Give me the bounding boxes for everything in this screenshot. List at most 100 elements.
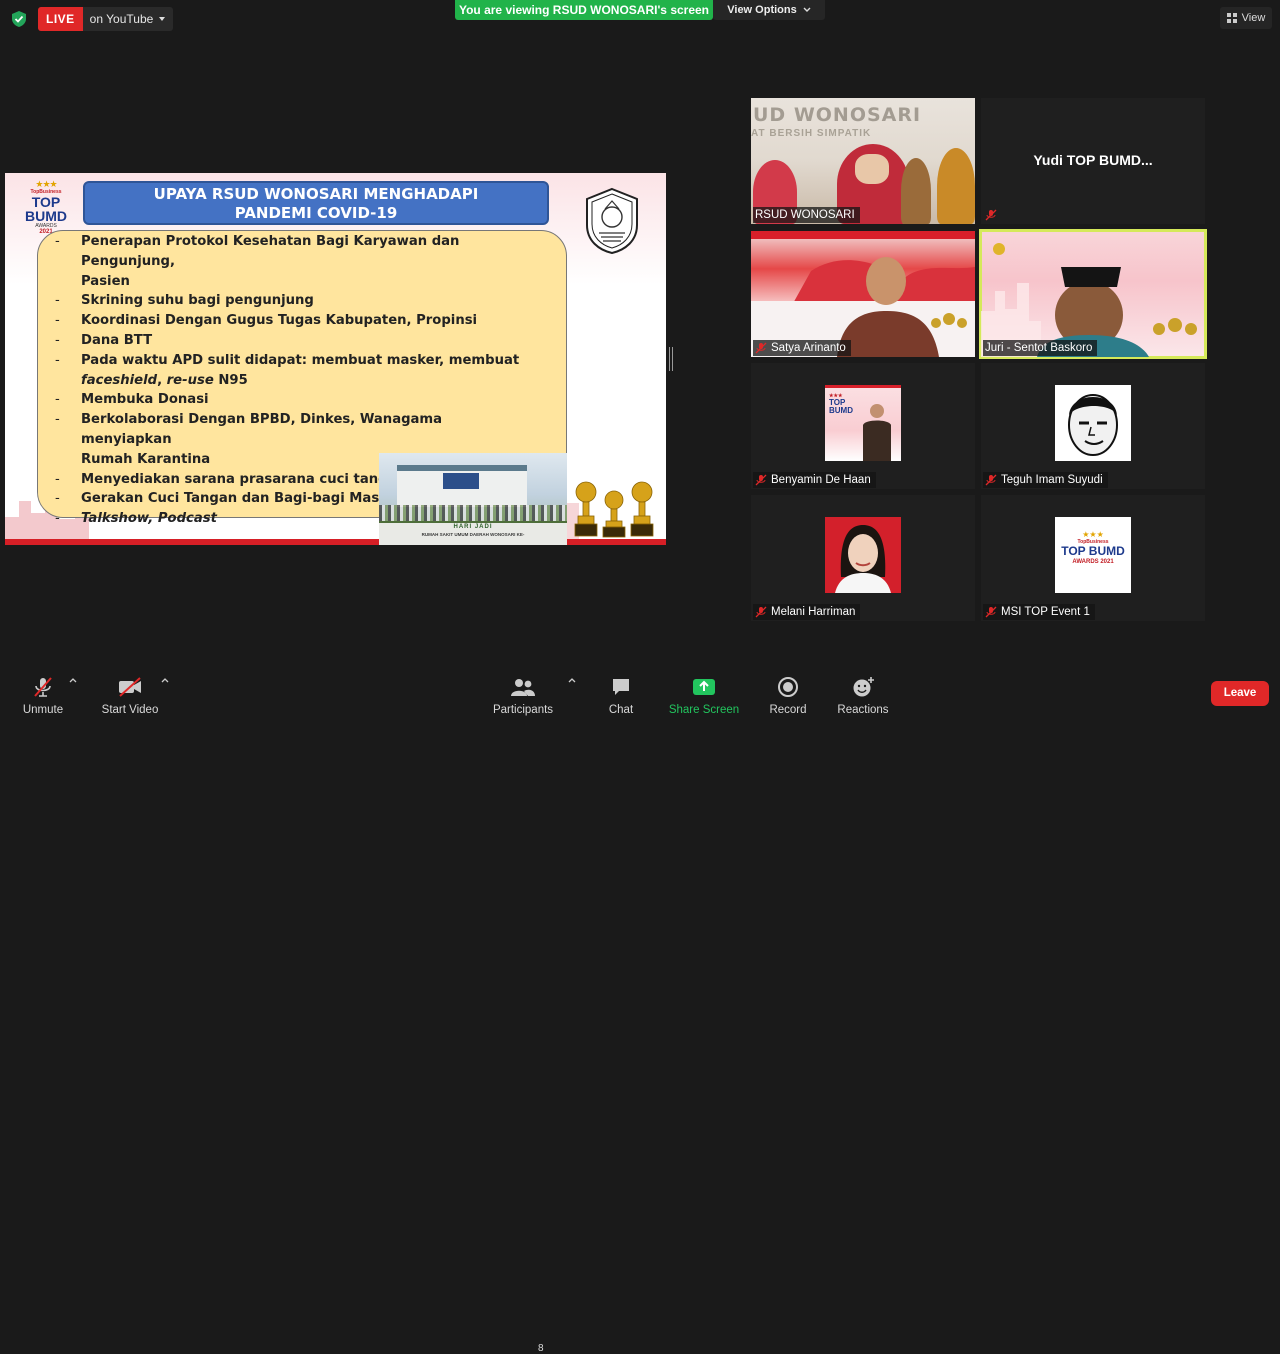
view-layout-label: View	[1241, 12, 1266, 24]
shared-screen[interactable]: ★★★ TopBusiness TOP BUMD AWARDS 2021 UPA…	[5, 173, 666, 545]
mic-muted-icon	[985, 209, 997, 221]
participant-tile-yudi[interactable]: Yudi TOP BUMD...	[981, 98, 1205, 224]
juri-video-feed	[981, 243, 1197, 357]
bullet-rich-text: ,	[157, 372, 167, 388]
participant-name-label: MSI TOP Event 1	[983, 604, 1095, 620]
participant-avatar	[825, 517, 901, 593]
bullet-rich-text: re-use	[166, 372, 214, 388]
video-wall-sign-sub: AT BERSIH SIMPATIK	[751, 128, 872, 139]
unmute-label: Unmute	[22, 704, 64, 716]
bullet-line: Penerapan Protokol Kesehatan Bagi Karyaw…	[81, 234, 460, 269]
audio-options-chevron-icon[interactable]	[68, 676, 78, 686]
chat-label: Chat	[608, 704, 634, 716]
share-screen-button[interactable]: Share Screen	[668, 666, 740, 719]
logo-bumd: BUMD	[25, 208, 67, 224]
participant-avatar: ★★★ TOP BUMD	[825, 385, 901, 461]
view-layout-button[interactable]: View	[1220, 7, 1272, 29]
viewing-screen-banner: You are viewing RSUD WONOSARI's screen	[455, 0, 713, 20]
participant-name-label: Benyamin De Haan	[753, 472, 876, 488]
reactions-label: Reactions	[837, 704, 889, 716]
logo-title: TOP BUMD	[1061, 544, 1125, 558]
participant-tile-juri-sentot-baskoro[interactable]: Juri - Sentot Baskoro	[979, 229, 1207, 359]
unmute-button[interactable]: Unmute	[20, 666, 66, 719]
live-stream-indicator[interactable]: LIVE on YouTube	[38, 7, 174, 31]
participants-label: Participants	[492, 704, 554, 716]
bullet-line: Berkolaborasi Dengan BPBD, Dinkes, Wanag…	[81, 412, 443, 447]
record-label: Record	[769, 704, 807, 716]
bullet-line: Pada waktu APD sulit didapat: membuat ma…	[81, 352, 520, 368]
hospital-photo: HARI JADI RUMAH SAKIT UMUM DAERAH WONOSA…	[379, 453, 567, 545]
bullet-item: Koordinasi Dengan Gugus Tugas Kabupaten,…	[55, 311, 525, 331]
participant-tile-msi-top-event-1[interactable]: ★★★ TopBusiness TOP BUMD AWARDS 2021 MSI…	[981, 495, 1205, 621]
participants-options-chevron-icon[interactable]	[567, 676, 577, 686]
video-wall-sign: UD WONOSARI	[753, 104, 922, 126]
bullet-item: Membuka Donasi	[55, 390, 525, 410]
bullet-item: Pada waktu APD sulit didapat: membuat ma…	[55, 351, 525, 391]
participant-name-label: Melani Harriman	[753, 604, 861, 620]
bullet-rich-text: N95	[213, 372, 248, 388]
chevron-down-icon	[803, 7, 811, 12]
live-badge: LIVE	[38, 7, 83, 31]
chat-button[interactable]: Chat	[604, 666, 638, 719]
bullet-item: Dana BTT	[55, 331, 525, 351]
bullet-line: Dana BTT	[81, 332, 153, 348]
mic-muted-icon	[985, 606, 997, 618]
live-destination[interactable]: on YouTube	[83, 7, 174, 31]
caret-down-icon	[159, 17, 166, 21]
bullet-line: Gerakan Cuci Tangan dan Bagi-bagi Masker	[81, 491, 404, 507]
participant-tile-rsud-wonosari[interactable]: UD WONOSARI AT BERSIH SIMPATIK RSUD WONO…	[751, 98, 975, 224]
gunungkidul-seal-logo	[586, 187, 638, 255]
participant-avatar: ★★★ TopBusiness TOP BUMD AWARDS 2021	[1055, 517, 1131, 593]
slide-title: UPAYA RSUD WONOSARI MENGHADAPI PANDEMI C…	[83, 181, 549, 225]
participant-name-label: Juri - Sentot Baskoro	[983, 340, 1098, 356]
bullet-line: Skrining suhu bagi pengunjung	[81, 293, 314, 309]
leave-meeting-button[interactable]: Leave	[1211, 681, 1269, 706]
slide-title-line2: PANDEMI COVID-19	[234, 204, 398, 222]
live-destination-label: on YouTube	[89, 12, 154, 26]
participants-count: 8	[538, 1343, 544, 1354]
participant-name-label: Satya Arinanto	[753, 340, 851, 356]
panel-splitter-handle[interactable]	[669, 347, 674, 371]
bullet-line: Koordinasi Dengan Gugus Tugas Kabupaten,…	[81, 313, 478, 329]
view-options-label: View Options	[727, 4, 797, 16]
view-options-button[interactable]: View Options	[713, 0, 825, 20]
participant-name-label: RSUD WONOSARI	[753, 207, 860, 223]
mic-muted-icon	[755, 342, 767, 354]
bullet-line: Pasien	[81, 273, 130, 289]
participant-tile-benyamin-de-haan[interactable]: ★★★ TOP BUMD Benyamin De Haan	[751, 363, 975, 489]
top-bar: LIVE on YouTube You are viewing RSUD WON…	[0, 0, 1280, 40]
bullet-line: Membuka Donasi	[81, 392, 209, 408]
bullet-line: Rumah Karantina	[81, 451, 211, 467]
slide-title-line1: UPAYA RSUD WONOSARI MENGHADAPI	[153, 185, 479, 203]
microphone-muted-icon	[34, 677, 52, 697]
participant-avatar	[1055, 385, 1131, 461]
record-icon	[778, 677, 798, 697]
start-video-button[interactable]: Start Video	[100, 666, 160, 719]
photo-banner-subtitle: RUMAH SAKIT UMUM DAERAH WONOSARI KE-	[421, 532, 525, 537]
security-shield-icon[interactable]	[11, 10, 27, 28]
participant-tile-satya-arinanto[interactable]: Satya Arinanto	[751, 231, 975, 357]
participant-mute-indicator	[983, 207, 1002, 223]
trophies-image	[574, 481, 654, 538]
chat-bubble-icon	[613, 679, 629, 695]
logo-subtitle: AWARDS 2021	[1072, 559, 1114, 565]
start-video-label: Start Video	[101, 704, 159, 716]
record-button[interactable]: Record	[768, 666, 808, 719]
satya-video-feed	[751, 231, 975, 357]
bullet-rich-text: faceshield	[81, 372, 158, 388]
participant-tile-melani-harriman[interactable]: Melani Harriman	[751, 495, 975, 621]
video-options-chevron-icon[interactable]	[160, 676, 170, 686]
logo-top: TOP	[31, 194, 61, 210]
video-camera-off-icon	[119, 677, 141, 697]
reactions-smiley-icon	[853, 677, 874, 697]
top-bumd-awards-logo: ★★★ TopBusiness TOP BUMD AWARDS 2021	[15, 179, 77, 237]
participants-button[interactable]: Participants	[492, 666, 554, 719]
svg-text:BUMD: BUMD	[829, 406, 853, 415]
participant-display-name: Yudi TOP BUMD...	[1033, 152, 1153, 168]
mic-muted-icon	[985, 474, 997, 486]
participants-icon	[511, 679, 535, 696]
bullet-item: Skrining suhu bagi pengunjung	[55, 291, 525, 311]
participant-tile-teguh-imam-suyudi[interactable]: Teguh Imam Suyudi	[981, 363, 1205, 489]
reactions-button[interactable]: Reactions	[836, 666, 890, 719]
meeting-toolbar: Unmute Start Video Participants 8 Chat S…	[0, 666, 1280, 1354]
